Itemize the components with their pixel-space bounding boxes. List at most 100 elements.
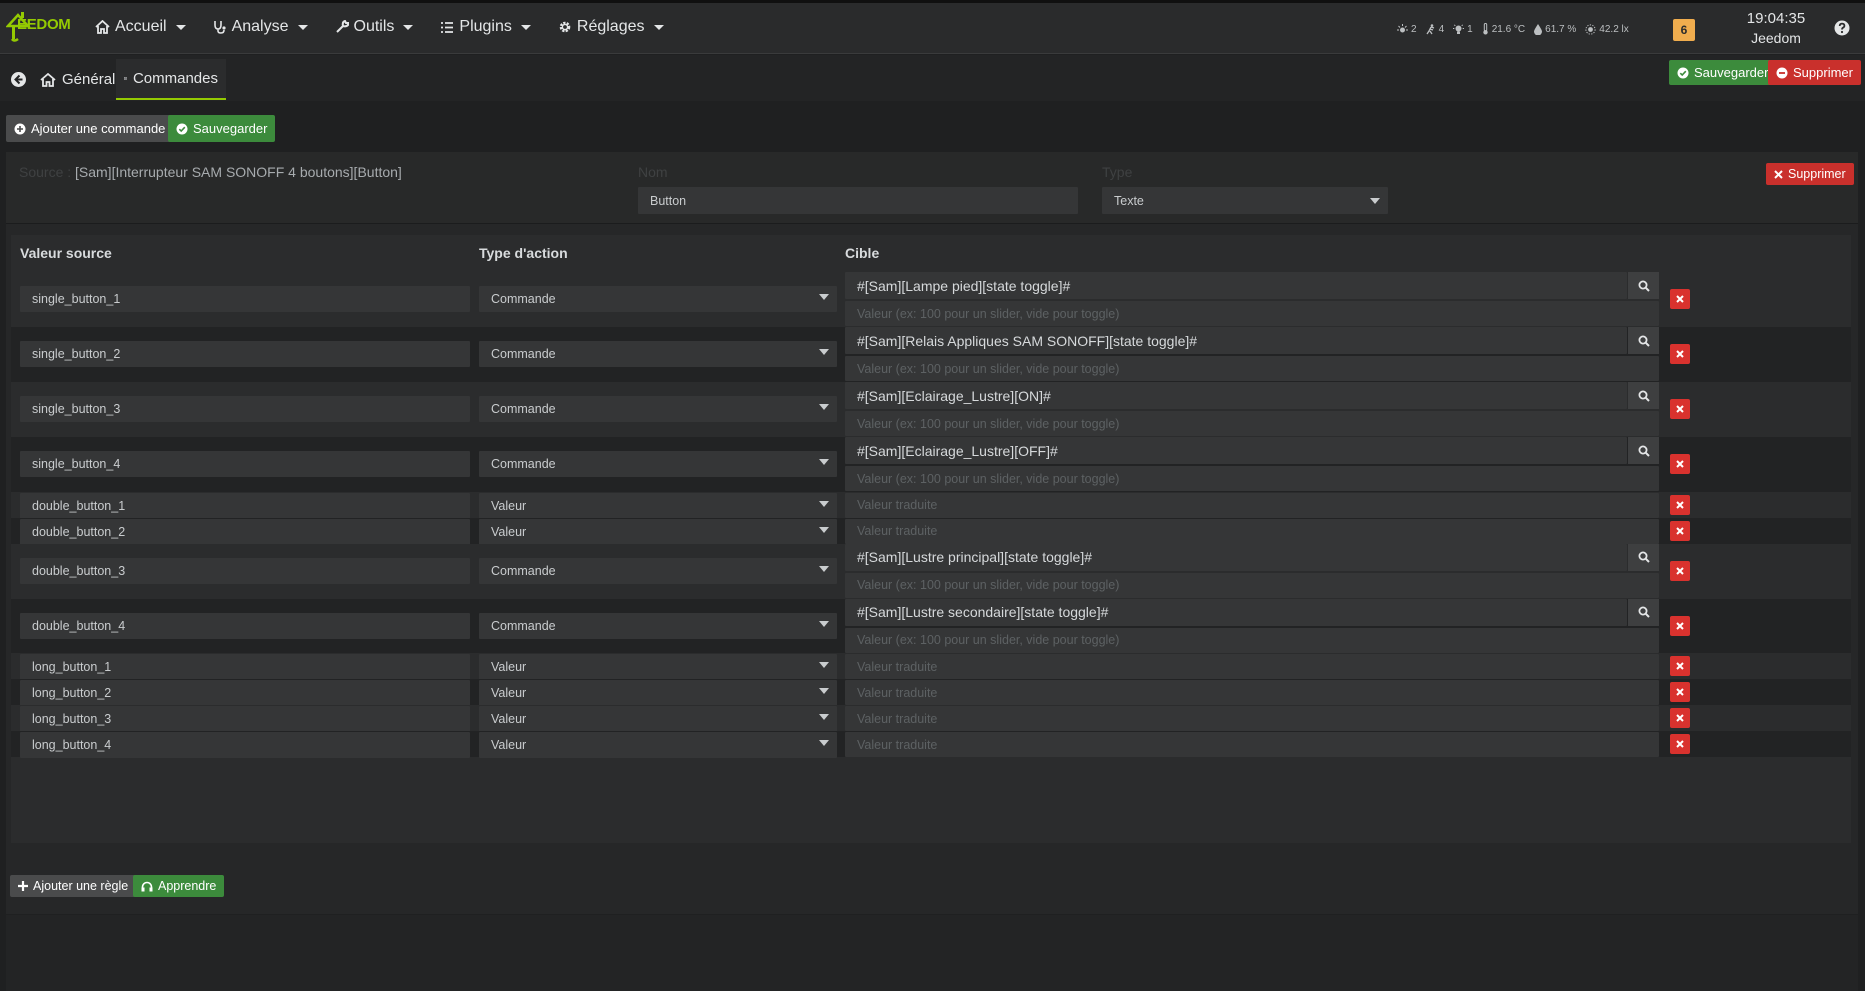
chevron-down-icon [520, 24, 531, 30]
remove-rule-button[interactable] [1670, 615, 1690, 636]
remove-rule-button[interactable] [1670, 344, 1690, 364]
menu-reglages[interactable]: Réglages [558, 0, 664, 54]
delete-equipment-button[interactable]: Supprimer [1768, 60, 1861, 85]
arrow-circle-left-icon[interactable] [10, 71, 27, 88]
target-value-input[interactable]: Valeur (ex: 100 pour un slider, vide pou… [845, 572, 1659, 598]
target-command-input[interactable]: #[Sam][Lampe pied][state toggle]# [845, 272, 1627, 299]
target-command-input[interactable]: #[Sam][Eclairage_Lustre][OFF]# [845, 437, 1627, 464]
bulbs-summary[interactable]: 1 [1453, 24, 1473, 35]
action-type-select[interactable]: Commande [479, 286, 837, 312]
action-type-select[interactable]: Valeur [479, 732, 837, 758]
delete-command-button[interactable]: Supprimer [1766, 163, 1854, 185]
target-value-input[interactable]: Valeur (ex: 100 pour un slider, vide pou… [845, 627, 1659, 653]
menu-analyse[interactable]: Analyse [213, 0, 308, 54]
lights-summary[interactable]: 2 [1397, 23, 1417, 35]
add-command-button[interactable]: Ajouter une commande [6, 115, 174, 142]
translated-value-input[interactable]: Valeur traduite [845, 492, 1659, 518]
action-type-select[interactable]: Valeur [479, 518, 837, 545]
action-type-select[interactable]: Valeur [479, 706, 837, 732]
select-command-button[interactable] [1628, 543, 1659, 571]
source-value-input[interactable]: double_button_4 [20, 612, 470, 639]
remove-rule-button[interactable] [1670, 289, 1690, 309]
save-commands-button[interactable]: Sauvegarder [168, 115, 276, 142]
action-type-value: Valeur [491, 524, 527, 539]
target-value-input[interactable]: Valeur (ex: 100 pour un slider, vide pou… [845, 301, 1659, 326]
translated-value-input[interactable]: Valeur traduite [845, 680, 1659, 705]
source-value-input[interactable]: long_button_2 [20, 680, 470, 706]
remove-rule-button[interactable] [1670, 399, 1690, 419]
select-command-button[interactable] [1628, 437, 1659, 464]
remove-rule-button[interactable] [1670, 560, 1690, 581]
close-icon [1676, 526, 1684, 535]
menu-analyse-label: Analyse [231, 18, 289, 35]
top-navbar: EEDOM Accueil Analyse Outils Plugins Rég… [0, 0, 1865, 54]
logo-text[interactable]: EEDOM [17, 16, 71, 33]
menu-outils[interactable]: Outils [335, 0, 414, 54]
source-value-input[interactable]: single_button_4 [20, 451, 470, 477]
humidity-summary[interactable]: 61.7 % [1534, 23, 1576, 35]
remove-rule-button[interactable] [1670, 708, 1690, 728]
motion-summary[interactable]: 4 [1426, 24, 1444, 35]
action-type-select[interactable]: Valeur [479, 492, 837, 519]
command-header: Source : [Sam][Interrupteur SAM SONOFF 4… [6, 152, 1858, 224]
source-value-input[interactable]: double_button_3 [20, 557, 470, 584]
target-command-input[interactable]: #[Sam][Lustre principal][state toggle]# [845, 543, 1627, 571]
translated-value-input[interactable]: Valeur traduite [845, 654, 1659, 679]
remove-rule-button[interactable] [1670, 734, 1690, 754]
remove-rule-button[interactable] [1670, 682, 1690, 702]
translated-value-input[interactable]: Valeur traduite [845, 518, 1659, 544]
menu-accueil[interactable]: Accueil [95, 0, 186, 54]
source-value-input[interactable]: long_button_1 [20, 654, 470, 680]
action-type-select[interactable]: Commande [479, 396, 837, 422]
menu-accueil-label: Accueil [115, 18, 167, 35]
tab-general[interactable]: Général [32, 59, 123, 100]
rule-row: long_button_3 Valeur Valeur traduite [11, 705, 1851, 732]
help-icon[interactable] [1834, 20, 1850, 36]
source-value-input[interactable]: single_button_3 [20, 396, 470, 422]
target-value-input[interactable]: Valeur (ex: 100 pour un slider, vide pou… [845, 411, 1659, 436]
select-command-button[interactable] [1628, 327, 1659, 354]
remove-rule-button[interactable] [1670, 494, 1690, 515]
source-value-input[interactable]: long_button_4 [20, 732, 470, 758]
action-type-select[interactable]: Commande [479, 557, 837, 584]
nom-input[interactable]: Button [638, 187, 1078, 214]
action-type-select[interactable]: Commande [479, 341, 837, 367]
user-name[interactable]: Jeedom [1730, 30, 1822, 46]
remove-rule-button[interactable] [1670, 656, 1690, 676]
translated-value-input[interactable]: Valeur traduite [845, 732, 1659, 757]
source-value-input[interactable]: long_button_3 [20, 706, 470, 732]
target-command-input[interactable]: #[Sam][Lustre secondaire][state toggle]# [845, 598, 1627, 626]
tab-commandes[interactable]: Commandes [116, 59, 226, 100]
action-type-select[interactable]: Commande [479, 451, 837, 477]
temperature-summary[interactable]: 21.6 °C [1482, 23, 1525, 35]
chevron-down-icon [653, 24, 664, 30]
action-type-value: Valeur [491, 738, 527, 752]
source-value-input[interactable]: double_button_1 [20, 492, 470, 519]
save-equipment-button[interactable]: Sauvegarder [1669, 60, 1777, 85]
select-command-button[interactable] [1628, 598, 1659, 626]
action-type-select[interactable]: Valeur [479, 680, 837, 706]
remove-rule-button[interactable] [1670, 520, 1690, 541]
source-value-input[interactable]: single_button_1 [20, 286, 470, 312]
select-command-button[interactable] [1628, 272, 1659, 299]
add-rule-button[interactable]: Ajouter une règle [10, 875, 137, 897]
messages-badge[interactable]: 6 [1673, 19, 1695, 41]
rule-row: double_button_4 Commande #[Sam][Lustre sec… [11, 598, 1851, 653]
translated-value-input[interactable]: Valeur traduite [845, 706, 1659, 731]
action-type-select[interactable]: Commande [479, 612, 837, 639]
target-command-input[interactable]: #[Sam][Relais Appliques SAM SONOFF][stat… [845, 327, 1627, 354]
type-select[interactable]: Texte [1102, 187, 1388, 214]
close-icon [1676, 295, 1684, 303]
learn-button[interactable]: Apprendre [133, 875, 225, 897]
remove-rule-button[interactable] [1670, 454, 1690, 474]
luminosity-summary[interactable]: 42.2 lx [1585, 24, 1629, 35]
source-value-input[interactable]: double_button_2 [20, 518, 470, 545]
target-value-input[interactable]: Valeur (ex: 100 pour un slider, vide pou… [845, 356, 1659, 381]
select-command-button[interactable] [1628, 382, 1659, 409]
source-value-input[interactable]: single_button_2 [20, 341, 470, 367]
target-command-input[interactable]: #[Sam][Eclairage_Lustre][ON]# [845, 382, 1627, 409]
action-type-select[interactable]: Valeur [479, 654, 837, 680]
action-type-value: Valeur [491, 686, 527, 700]
target-value-input[interactable]: Valeur (ex: 100 pour un slider, vide pou… [845, 466, 1659, 491]
menu-plugins[interactable]: Plugins [440, 0, 531, 54]
